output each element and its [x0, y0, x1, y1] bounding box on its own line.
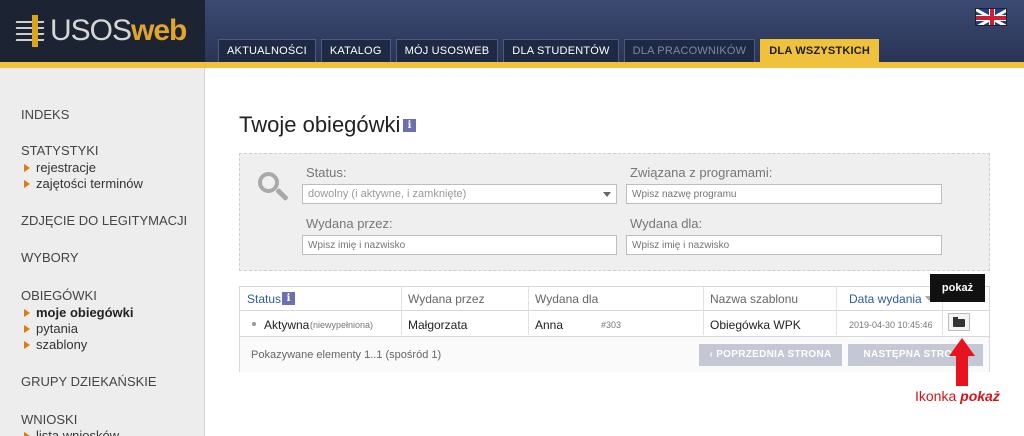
nav-tab-aktualnosci[interactable]: AKTUALNOŚCI [218, 39, 316, 62]
sidebar-item-zdjecie[interactable]: ZDJĘCIE DO LEGITYMACJI [21, 213, 187, 228]
bullet-arrow-icon [24, 308, 30, 317]
sidebar-item-obiegowki[interactable]: OBIEGÓWKI [21, 288, 97, 303]
sidebar-item-label: rejestracje [36, 160, 96, 175]
column-header-nazwa-szablonu[interactable]: Nazwa szablonu [710, 292, 798, 306]
sidebar-item-rejestracje[interactable]: rejestracje [24, 160, 96, 175]
programy-filter-label: Związana z programami: [630, 165, 773, 180]
status-filter-label: Status: [306, 165, 347, 180]
uk-flag-icon[interactable] [975, 8, 1007, 26]
logo-mark-icon [10, 13, 46, 49]
column-header-data-wydania[interactable]: Data wydania [849, 292, 922, 306]
bullet-arrow-icon [24, 324, 30, 333]
sidebar: INDEKS STATYSTYKI rejestracje zajętości … [0, 68, 205, 436]
column-header-status[interactable]: Status [247, 292, 281, 306]
page-title: Twoje obiegówki [239, 112, 401, 137]
sidebar-item-label: pytania [36, 321, 78, 336]
sidebar-item-indeks[interactable]: INDEKS [21, 107, 69, 122]
show-tooltip: pokaż [930, 274, 985, 302]
pagination-summary: Pokazywane elementy 1..1 (spośród 1) [251, 349, 442, 361]
prev-page-button[interactable]: ‹ POPRZEDNIA STRONA [699, 344, 842, 366]
sidebar-item-zajetosci[interactable]: zajętości terminów [24, 176, 143, 191]
column-header-wydana-przez[interactable]: Wydana przez [408, 292, 485, 306]
sidebar-item-wybory[interactable]: WYBORY [21, 250, 79, 265]
sidebar-item-szablony[interactable]: szablony [24, 337, 87, 352]
column-divider [401, 287, 402, 335]
nav-tab-dla-wszystkich[interactable]: DLA WSZYSTKICH [760, 39, 880, 62]
row-id: #303 [601, 320, 622, 330]
row-status: Aktywna [264, 318, 310, 332]
wydana-dla-label: Wydana dla: [630, 216, 703, 231]
column-divider [528, 287, 529, 335]
annotation-arrow-icon [949, 338, 975, 386]
nav-tab-moj-usosweb[interactable]: MÓJ USOSWEB [395, 39, 499, 62]
logo-text-web: web [131, 14, 187, 47]
bullet-arrow-icon [24, 340, 30, 349]
search-icon [258, 172, 289, 202]
table-footer: Pokazywane elementy 1..1 (spośród 1) ‹ P… [240, 336, 989, 372]
usosweb-logo[interactable]: USOS web [10, 10, 200, 52]
status-select[interactable]: dowolny (i aktywne, i zamknięte) [302, 184, 617, 204]
info-icon[interactable]: i [282, 292, 295, 305]
row-bullet-icon [252, 322, 256, 326]
row-szablon: Obiegówka WPK [710, 318, 801, 332]
sidebar-item-label: szablony [36, 337, 88, 352]
sidebar-item-label: zajętości terminów [36, 176, 143, 191]
row-wydana-przez: Małgorzata [408, 318, 468, 332]
sidebar-item-lista-wnioskow[interactable]: lista wniosków [24, 428, 119, 436]
wydana-przez-input[interactable] [302, 235, 617, 255]
chevron-down-icon [603, 192, 611, 197]
row-status-note: (niewypełniona) [310, 320, 374, 330]
table-header: Status i Wydana przez Wydana dla Nazwa s… [240, 287, 989, 311]
sidebar-item-grupy[interactable]: GRUPY DZIEKAŃSKIE [21, 374, 157, 389]
nav-tab-dla-pracownikow[interactable]: DLA PRACOWNIKÓW [623, 39, 756, 62]
show-folder-icon[interactable] [948, 313, 970, 331]
nav-tab-katalog[interactable]: KATALOG [320, 39, 391, 62]
wydana-dla-input[interactable] [626, 235, 942, 255]
main-nav: AKTUALNOŚCI KATALOG MÓJ USOSWEB DLA STUD… [218, 39, 880, 62]
bullet-arrow-icon [24, 179, 30, 188]
annotation-label: Ikonka pokaż [915, 388, 1000, 404]
annotation-emphasis: pokaż [960, 388, 1000, 404]
bullet-arrow-icon [24, 163, 30, 172]
bullet-arrow-icon [24, 431, 30, 436]
sidebar-item-pytania[interactable]: pytania [24, 321, 78, 336]
row-wydana-dla: Anna [535, 318, 564, 332]
column-divider [703, 287, 704, 335]
wydana-przez-label: Wydana przez: [306, 216, 393, 231]
sidebar-item-moje-obiegowki[interactable]: moje obiegówki [24, 305, 134, 320]
nav-tab-dla-studentow[interactable]: DLA STUDENTÓW [503, 39, 619, 62]
row-data-wydania: 2019-04-30 10:45:46 [849, 320, 933, 330]
column-header-wydana-dla[interactable]: Wydana dla [535, 292, 598, 306]
programy-input[interactable] [626, 184, 942, 204]
sidebar-item-wnioski[interactable]: WNIOSKI [21, 412, 77, 427]
sidebar-item-label: moje obiegówki [36, 305, 134, 320]
sidebar-item-statystyki[interactable]: STATYSTYKI [21, 143, 99, 158]
logo-text-usos: USOS [50, 14, 132, 47]
status-select-value: dowolny (i aktywne, i zamknięte) [308, 188, 467, 200]
annotation-prefix: Ikonka [915, 388, 957, 404]
sidebar-item-label: lista wniosków [36, 428, 120, 436]
column-divider [836, 287, 837, 335]
info-icon[interactable]: i [403, 119, 416, 132]
obiegowki-table: Status i Wydana przez Wydana dla Nazwa s… [239, 286, 990, 372]
